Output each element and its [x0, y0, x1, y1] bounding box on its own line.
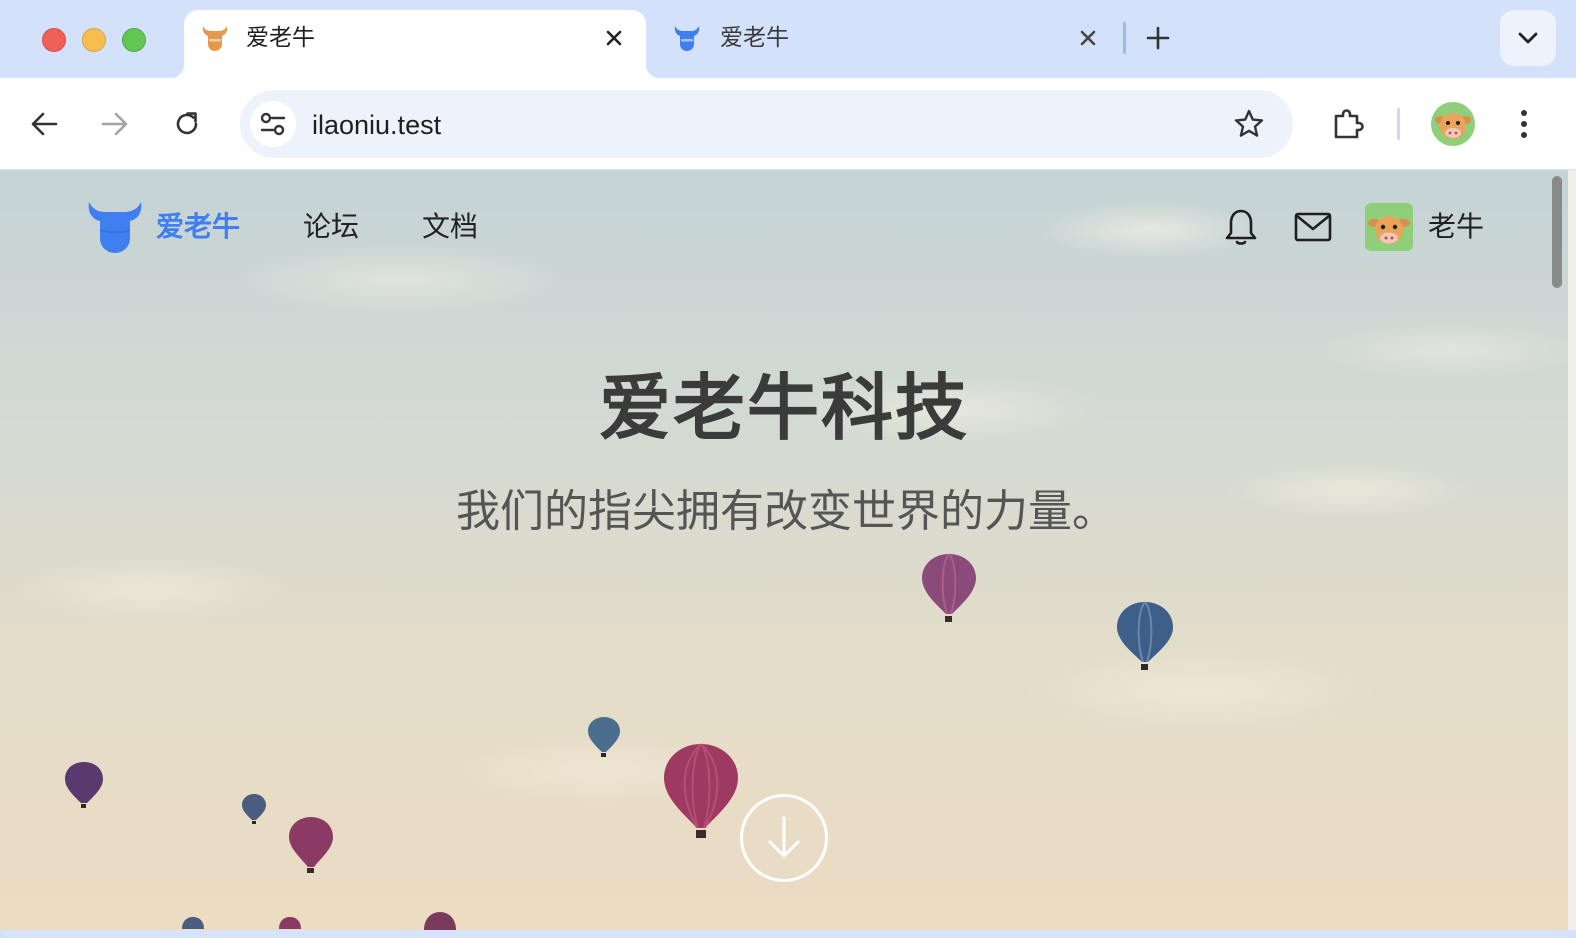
arrow-right-icon: [101, 112, 128, 136]
user-name[interactable]: 老牛: [1428, 210, 1484, 244]
tab-active[interactable]: 爱老牛: [170, 10, 660, 78]
site-header: 爱老牛 论坛 文档 老牛: [0, 170, 1568, 282]
toolbar-separator: [1397, 108, 1400, 140]
balloon-image: [1117, 601, 1173, 670]
scrollbar-thumb[interactable]: [1552, 176, 1562, 288]
balloon-image: [664, 743, 738, 838]
balloon-image: [289, 817, 333, 873]
site-logo-bull-icon[interactable]: [86, 200, 144, 254]
plus-icon: [1146, 26, 1170, 50]
minimize-window-button[interactable]: [82, 28, 106, 52]
address-bar[interactable]: ilaoniu.test: [240, 90, 1293, 158]
balloon-image: [279, 917, 301, 929]
maximize-window-button[interactable]: [122, 28, 146, 52]
tab-title: 爱老牛: [246, 25, 315, 51]
profile-avatar[interactable]: [1431, 102, 1475, 146]
reload-button[interactable]: [163, 100, 211, 148]
cow-avatar-icon: [1431, 102, 1475, 146]
more-vertical-icon: [1521, 110, 1527, 138]
new-tab-button[interactable]: [1140, 20, 1176, 56]
balloon-image: [922, 553, 976, 622]
browser-window: 爱老牛 爱老牛 ilaoniu.test 爱老牛 论坛 文档 老牛 爱老牛科技 …: [0, 0, 1576, 938]
browser-toolbar: ilaoniu.test: [0, 78, 1576, 170]
forward-button[interactable]: [91, 100, 139, 148]
scroll-down-button[interactable]: [740, 794, 828, 882]
page-viewport: 爱老牛 论坛 文档 老牛 爱老牛科技 我们的指尖拥有改变世界的力量。: [0, 170, 1568, 930]
bell-icon[interactable]: [1224, 208, 1258, 246]
tab-close-icon[interactable]: [1074, 24, 1102, 52]
arrow-left-icon: [31, 112, 58, 136]
extensions-button[interactable]: [1324, 100, 1372, 148]
tab-title: 爱老牛: [720, 25, 789, 51]
tab-separator: [1123, 22, 1126, 54]
balloon-image: [588, 717, 620, 757]
nav-link-docs[interactable]: 文档: [422, 210, 478, 244]
tab-search-button[interactable]: [1500, 10, 1556, 66]
balloon-image: [65, 762, 103, 808]
scrollbar-track[interactable]: [1568, 170, 1576, 930]
tab-close-icon[interactable]: [600, 24, 628, 52]
balloon-image: [242, 794, 266, 824]
arrow-down-icon: [768, 816, 800, 858]
hero-subtitle: 我们的指尖拥有改变世界的力量。: [456, 486, 1116, 537]
cow-avatar-icon: [1365, 203, 1413, 251]
balloon-image: [182, 917, 204, 929]
tab-strip: 爱老牛 爱老牛: [0, 0, 1576, 78]
chevron-down-icon: [1518, 32, 1538, 44]
star-icon: [1234, 109, 1264, 137]
orange-bull-icon: [202, 26, 228, 51]
user-avatar[interactable]: [1365, 203, 1413, 251]
nav-link-forum[interactable]: 论坛: [303, 210, 359, 244]
reload-icon: [176, 112, 198, 135]
url-text: ilaoniu.test: [312, 110, 442, 140]
balloon-image: [424, 912, 456, 930]
tab-inactive[interactable]: 爱老牛: [660, 10, 1110, 78]
close-window-button[interactable]: [42, 28, 66, 52]
browser-menu-button[interactable]: [1500, 100, 1548, 148]
tune-icon: [260, 112, 286, 136]
puzzle-icon: [1334, 109, 1364, 139]
hero-title: 爱老牛科技: [598, 366, 969, 450]
mail-icon[interactable]: [1294, 212, 1332, 242]
site-info-button[interactable]: [250, 101, 296, 147]
site-brand-link[interactable]: 爱老牛: [156, 210, 240, 244]
bookmark-button[interactable]: [1231, 106, 1267, 142]
back-button[interactable]: [20, 100, 68, 148]
blue-bull-icon: [674, 26, 700, 51]
